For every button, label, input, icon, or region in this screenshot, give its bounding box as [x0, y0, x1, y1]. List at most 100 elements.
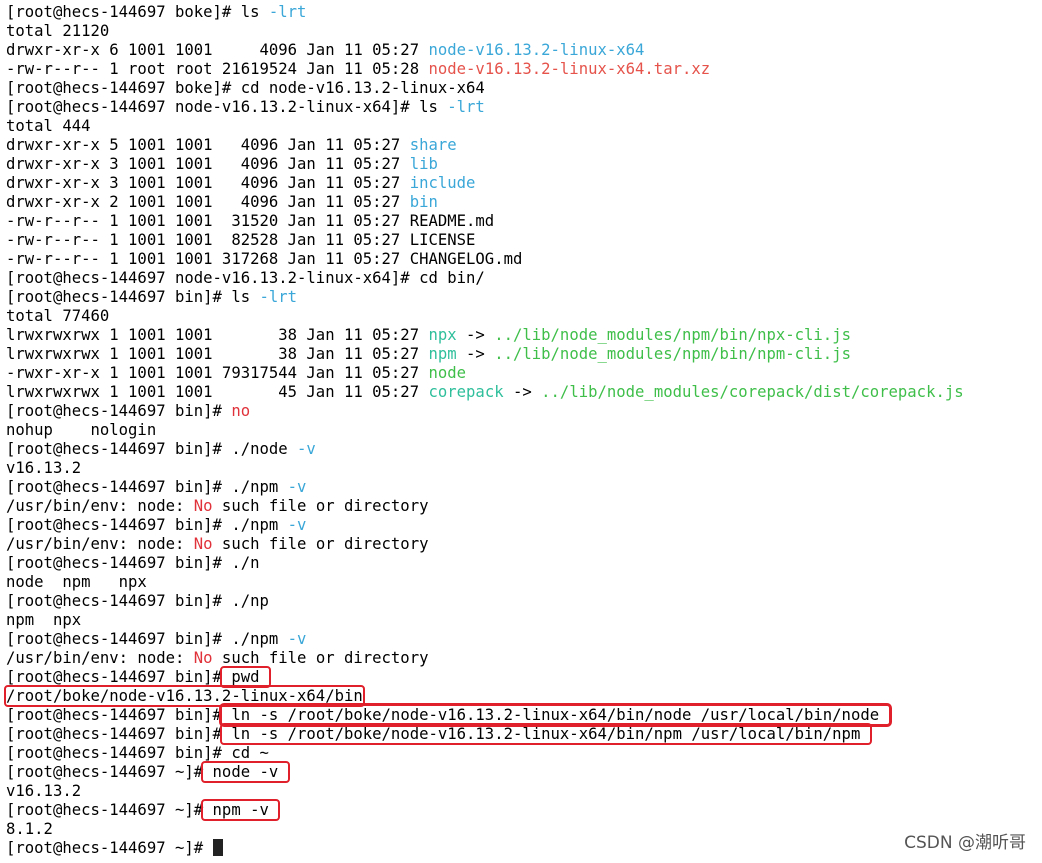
- terminal-text: ->: [503, 383, 542, 401]
- terminal-text: [root@hecs-144697 bin]# ./np: [6, 592, 269, 610]
- terminal-text: -rwxr-xr-x 1 1001 1001 79317544 Jan 11 0…: [6, 364, 429, 382]
- terminal-line: 8.1.2: [6, 820, 1036, 839]
- highlighted-command: ln -s /root/boke/node-v16.13.2-linux-x64…: [218, 703, 892, 727]
- terminal-text: ->: [456, 345, 495, 363]
- terminal-line: [root@hecs-144697 bin]# ./npm -v: [6, 516, 1036, 535]
- terminal-red-text: no: [231, 402, 251, 420]
- terminal-line: [root@hecs-144697 bin]# ./node -v: [6, 440, 1036, 459]
- highlighted-command: /root/boke/node-v16.13.2-linux-x64/bin: [4, 685, 365, 707]
- terminal-line: -rw-r--r-- 1 root root 21619524 Jan 11 0…: [6, 60, 1036, 79]
- terminal-text: [root@hecs-144697 ~]#: [6, 763, 204, 781]
- terminal-red-text: No: [193, 649, 213, 667]
- terminal-line: v16.13.2: [6, 782, 1036, 801]
- terminal-lnk-text: npx: [428, 326, 457, 344]
- terminal-line: drwxr-xr-x 2 1001 1001 4096 Jan 11 05:27…: [6, 193, 1036, 212]
- highlighted-command: pwd: [219, 666, 271, 688]
- terminal-red-text: No: [193, 497, 213, 515]
- terminal-text: [root@hecs-144697 bin]# ./npm: [6, 478, 288, 496]
- terminal-dir-text: include: [409, 174, 476, 192]
- terminal-text: total 77460: [6, 307, 110, 325]
- terminal-line: npm npx: [6, 611, 1036, 630]
- terminal-text: total 444: [6, 117, 91, 135]
- terminal-text: /usr/bin/env: node:: [6, 535, 194, 553]
- csdn-watermark: CSDN @潮听哥: [904, 833, 1026, 853]
- terminal-text: -rw-r--r-- 1 1001 1001 31520 Jan 11 05:2…: [6, 212, 495, 230]
- terminal-flag-text: -v: [297, 440, 316, 458]
- terminal-text: [root@hecs-144697 bin]#: [6, 668, 222, 686]
- terminal-text: nohup nologin: [6, 421, 157, 439]
- terminal-text: v16.13.2: [6, 459, 82, 477]
- terminal-text: drwxr-xr-x 3 1001 1001 4096 Jan 11 05:27: [6, 174, 410, 192]
- terminal-line: [root@hecs-144697 boke]# cd node-v16.13.…: [6, 79, 1036, 98]
- terminal-text: [root@hecs-144697 bin]# ls: [6, 288, 260, 306]
- terminal-text: [root@hecs-144697 ~]#: [6, 839, 213, 857]
- terminal-line: /usr/bin/env: node: No such file or dire…: [6, 649, 1036, 668]
- terminal-line: [root@hecs-144697 bin]# ln -s /root/boke…: [6, 723, 1036, 745]
- terminal-text: [root@hecs-144697 bin]#: [6, 402, 232, 420]
- terminal-line: [root@hecs-144697 boke]# ls -lrt: [6, 3, 1036, 22]
- terminal-text: [root@hecs-144697 bin]# ./node: [6, 440, 298, 458]
- terminal-line: [root@hecs-144697 ~]#: [6, 839, 1036, 858]
- terminal-line: /usr/bin/env: node: No such file or dire…: [6, 497, 1036, 516]
- terminal-line: total 21120: [6, 22, 1036, 41]
- terminal-line: /root/boke/node-v16.13.2-linux-x64/bin: [4, 685, 1036, 707]
- terminal-text: [root@hecs-144697 bin]# cd ~: [6, 744, 269, 762]
- terminal-output[interactable]: [root@hecs-144697 boke]# ls -lrt total 21…: [4, 3, 1036, 858]
- terminal-text: lrwxrwxrwx 1 1001 1001 38 Jan 11 05:27: [6, 326, 429, 344]
- terminal-line: [root@hecs-144697 bin]# ./np: [6, 592, 1036, 611]
- terminal-text: /usr/bin/env: node:: [6, 497, 194, 515]
- terminal-text: -rw-r--r-- 1 1001 1001 82528 Jan 11 05:2…: [6, 231, 476, 249]
- terminal-text: lrwxrwxrwx 1 1001 1001 45 Jan 11 05:27: [6, 383, 429, 401]
- terminal-text: [root@hecs-144697 bin]#: [6, 725, 222, 743]
- terminal-line: drwxr-xr-x 3 1001 1001 4096 Jan 11 05:27…: [6, 155, 1036, 174]
- terminal-line: nohup nologin: [6, 421, 1036, 440]
- terminal-flag-text: -v: [287, 516, 307, 534]
- terminal-text: [root@hecs-144697 bin]#: [6, 706, 222, 724]
- terminal-flag-text: -v: [287, 630, 307, 648]
- terminal-line: total 77460: [6, 307, 1036, 326]
- terminal-text: drwxr-xr-x 5 1001 1001 4096 Jan 11 05:27: [6, 136, 410, 154]
- terminal-line: -rw-r--r-- 1 1001 1001 317268 Jan 11 05:…: [6, 250, 1036, 269]
- terminal-line: lrwxrwxrwx 1 1001 1001 45 Jan 11 05:27 c…: [6, 383, 1036, 402]
- terminal-text: such file or directory: [212, 497, 429, 515]
- terminal-text: 8.1.2: [6, 820, 53, 838]
- terminal-lnk-text: npm: [428, 345, 457, 363]
- terminal-line: [root@hecs-144697 bin]# cd ~: [6, 744, 1036, 763]
- terminal-red-text: No: [193, 535, 213, 553]
- terminal-text: drwxr-xr-x 2 1001 1001 4096 Jan 11 05:27: [6, 193, 410, 211]
- terminal-dir-text: lib: [409, 155, 438, 173]
- terminal-text: such file or directory: [212, 649, 429, 667]
- terminal-lnk-text: corepack: [428, 383, 504, 401]
- terminal-arc-text: node-v16.13.2-linux-x64.tar.xz: [428, 60, 711, 78]
- terminal-flag-text: -lrt: [259, 288, 298, 306]
- terminal-line: node npm npx: [6, 573, 1036, 592]
- terminal-text: v16.13.2: [6, 782, 82, 800]
- terminal-text: [root@hecs-144697 bin]# ./n: [6, 554, 260, 572]
- terminal-line: [root@hecs-144697 ~]# npm -v: [6, 799, 1036, 821]
- terminal-exe-text: node: [428, 364, 467, 382]
- terminal-cursor: [212, 839, 223, 856]
- terminal-line: -rw-r--r-- 1 1001 1001 82528 Jan 11 05:2…: [6, 231, 1036, 250]
- terminal-line: [root@hecs-144697 bin]# ./npm -v: [6, 630, 1036, 649]
- terminal-text: drwxr-xr-x 3 1001 1001 4096 Jan 11 05:27: [6, 155, 410, 173]
- terminal-text: [root@hecs-144697 boke]# cd node-v16.13.…: [6, 79, 485, 97]
- terminal-line: drwxr-xr-x 3 1001 1001 4096 Jan 11 05:27…: [6, 174, 1036, 193]
- terminal-exe-text: ../lib/node_modules/corepack/dist/corepa…: [541, 383, 964, 401]
- terminal-text: lrwxrwxrwx 1 1001 1001 38 Jan 11 05:27: [6, 345, 429, 363]
- terminal-text: total 21120: [6, 22, 110, 40]
- terminal-line: drwxr-xr-x 6 1001 1001 4096 Jan 11 05:27…: [6, 41, 1036, 60]
- terminal-line: v16.13.2: [6, 459, 1036, 478]
- terminal-line: drwxr-xr-x 5 1001 1001 4096 Jan 11 05:27…: [6, 136, 1036, 155]
- terminal-text: /usr/bin/env: node:: [6, 649, 194, 667]
- terminal-dir-text: share: [409, 136, 457, 154]
- terminal-line: [root@hecs-144697 node-v16.13.2-linux-x6…: [6, 98, 1036, 117]
- terminal-text: [root@hecs-144697 node-v16.13.2-linux-x6…: [6, 269, 485, 287]
- highlighted-command: npm -v: [201, 799, 281, 821]
- terminal-text: [root@hecs-144697 node-v16.13.2-linux-x6…: [6, 98, 448, 116]
- terminal-text: ->: [456, 326, 495, 344]
- terminal-line: -rwxr-xr-x 1 1001 1001 79317544 Jan 11 0…: [6, 364, 1036, 383]
- terminal-exe-text: ../lib/node_modules/npm/bin/npm-cli.js: [494, 345, 851, 363]
- terminal-dir-text: node-v16.13.2-linux-x64: [428, 41, 645, 59]
- terminal-text: [root@hecs-144697 ~]#: [6, 801, 204, 819]
- terminal-line: lrwxrwxrwx 1 1001 1001 38 Jan 11 05:27 n…: [6, 326, 1036, 345]
